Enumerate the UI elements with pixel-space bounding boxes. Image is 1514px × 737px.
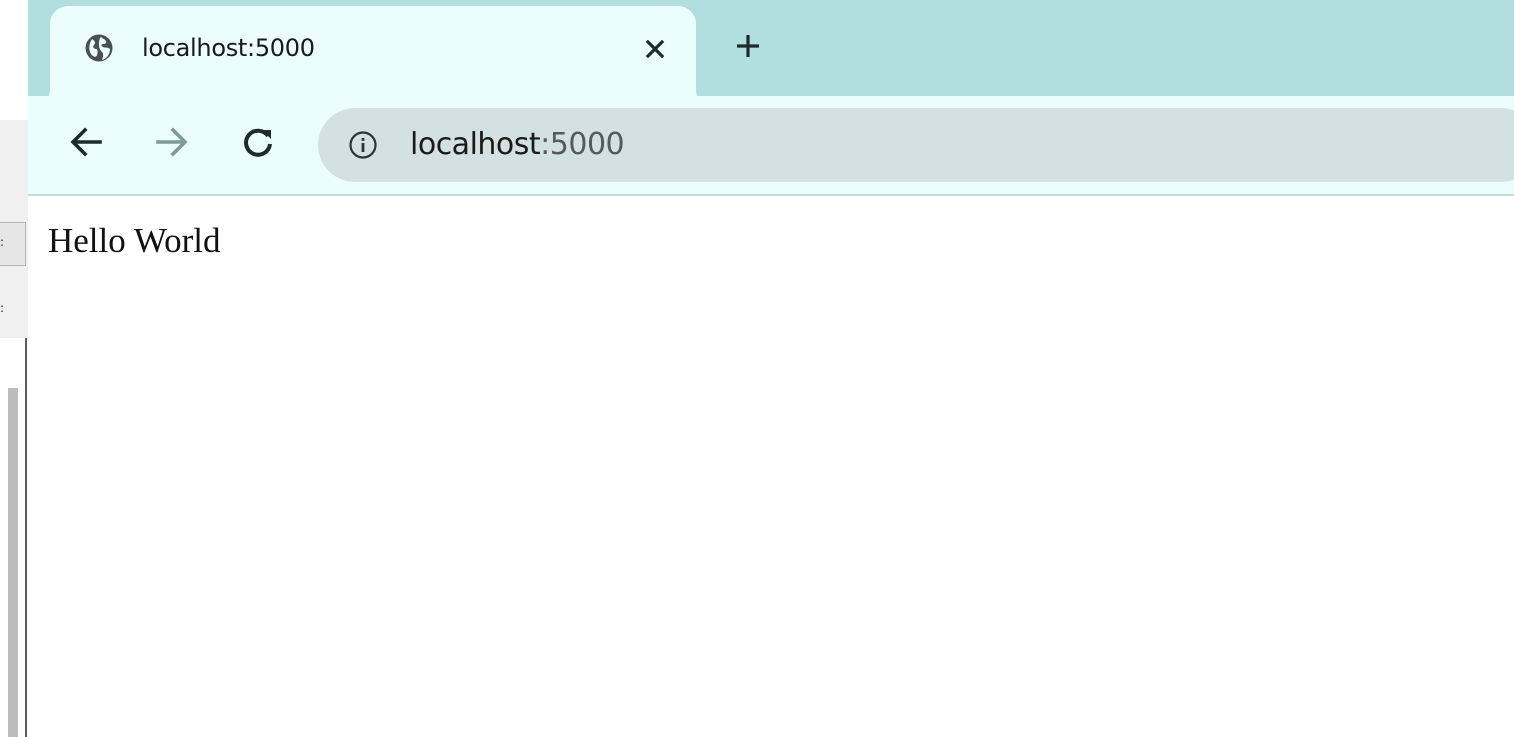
reload-icon (238, 122, 278, 166)
new-tab-button[interactable] (728, 28, 768, 68)
forward-button[interactable] (150, 122, 194, 166)
url-host: localhost (410, 127, 541, 162)
info-icon[interactable] (348, 130, 378, 160)
arrow-left-icon (66, 122, 106, 166)
background-window-glyph: : (0, 236, 5, 248)
background-window-edge: : : (0, 0, 28, 737)
page-content: Hello World (28, 198, 1514, 737)
plus-icon (734, 32, 762, 64)
browser-window: localhost:5000 localhost:5000 Hello Worl… (28, 0, 1514, 737)
back-button[interactable] (64, 122, 108, 166)
globe-icon (84, 33, 114, 63)
tab-title: localhost:5000 (142, 34, 315, 62)
reload-button[interactable] (236, 122, 280, 166)
url-port: :5000 (540, 127, 625, 162)
background-window-scrollbar (8, 388, 18, 737)
address-bar[interactable]: localhost:5000 (318, 108, 1514, 182)
tab-strip: localhost:5000 (28, 0, 1514, 108)
url-text: localhost:5000 (410, 126, 625, 164)
browser-toolbar: localhost:5000 (28, 96, 1514, 196)
background-window-glyph: : (0, 302, 5, 314)
arrow-right-icon (152, 122, 192, 166)
tab-localhost[interactable]: localhost:5000 (32, 6, 714, 108)
close-icon[interactable] (638, 32, 672, 66)
hello-world-text: Hello World (48, 221, 221, 260)
